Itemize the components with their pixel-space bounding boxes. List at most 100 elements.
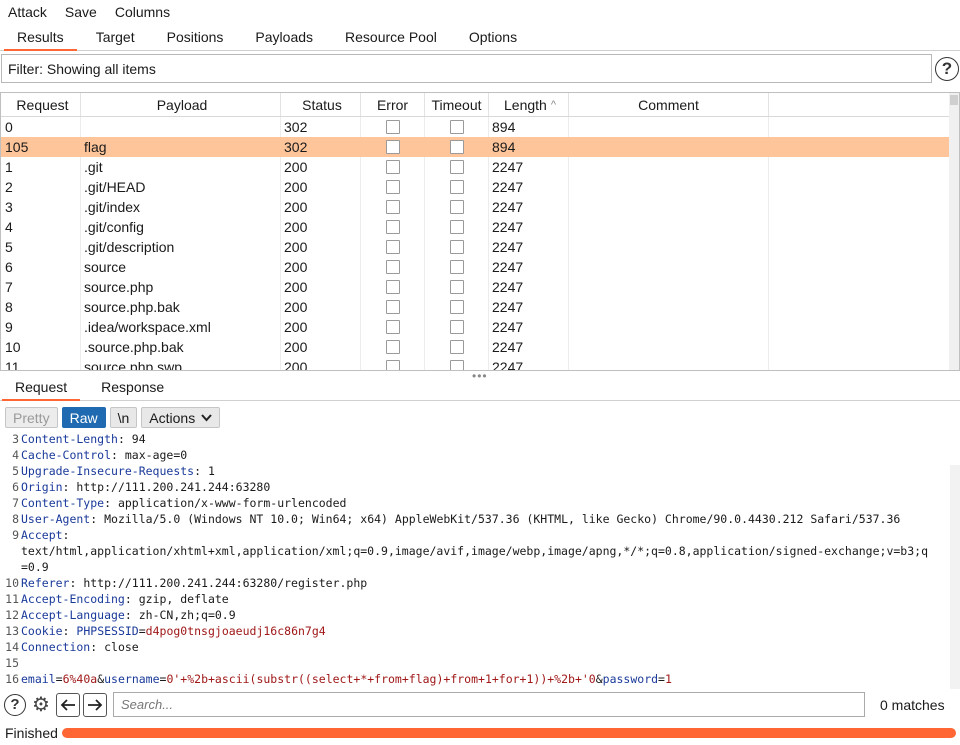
table-row[interactable]: 8 source.php.bak 200 2247 (1, 297, 959, 317)
cell-comment (569, 297, 769, 317)
cell-timeout (425, 257, 489, 277)
cell-request: 5 (1, 237, 81, 257)
column-header-length[interactable]: Length ^ (489, 93, 569, 116)
table-row[interactable]: 4 .git/config 200 2247 (1, 217, 959, 237)
error-checkbox (385, 220, 400, 234)
line-text: Cache-Control: max-age=0 (21, 447, 187, 463)
cell-payload: source (81, 257, 281, 277)
help-icon[interactable]: ? (935, 56, 959, 81)
cell-length: 2247 (489, 317, 569, 337)
tab-target[interactable]: Target (83, 29, 148, 50)
cell-request: 9 (1, 317, 81, 337)
column-header-comment[interactable]: Comment (569, 93, 769, 116)
column-header-request[interactable]: Request (1, 93, 81, 116)
column-header-payload[interactable]: Payload (81, 93, 281, 116)
actions-dropdown[interactable]: Actions (141, 407, 221, 428)
tab-positions[interactable]: Positions (154, 29, 237, 50)
table-row[interactable]: 6 source 200 2247 (1, 257, 959, 277)
cell-length: 2247 (489, 257, 569, 277)
previous-match-button[interactable] (56, 692, 80, 717)
table-row[interactable]: 2 .git/HEAD 200 2247 (1, 177, 959, 197)
cell-request: 7 (1, 277, 81, 297)
raw-button[interactable]: Raw (61, 407, 106, 428)
gear-icon[interactable]: ⚙ (29, 693, 53, 717)
cell-timeout (425, 337, 489, 357)
header-value: text/html,application/xhtml+xml,applicat… (21, 544, 928, 558)
header-colon: : (62, 528, 70, 542)
cell-status: 200 (281, 197, 361, 217)
tab-payloads[interactable]: Payloads (242, 29, 326, 50)
header-value: http://111.200.241.244:63280 (69, 480, 271, 494)
cell-length: 2247 (489, 237, 569, 257)
menu-columns[interactable]: Columns (111, 4, 174, 20)
cell-comment (569, 177, 769, 197)
line-number: 8 (12, 512, 19, 526)
tab-results[interactable]: Results (4, 29, 77, 51)
table-row[interactable]: 5 .git/description 200 2247 (1, 237, 959, 257)
cell-length: 2247 (489, 157, 569, 177)
editor-scrollbar[interactable] (950, 465, 960, 689)
error-checkbox (385, 120, 400, 134)
next-match-button[interactable] (83, 692, 107, 717)
cell-request: 4 (1, 217, 81, 237)
table-row[interactable]: 9 .idea/workspace.xml 200 2247 (1, 317, 959, 337)
table-row[interactable]: 1 .git 200 2247 (1, 157, 959, 177)
header-value: close (97, 640, 139, 654)
request-editor[interactable]: 3 Content-Length: 94 4 Cache-Control: max-a… (0, 431, 960, 689)
request-body: email=6%40a&username=0'+%2b+ascii(substr… (21, 671, 672, 687)
newline-toggle-button[interactable]: \n (109, 407, 138, 428)
error-checkbox (385, 240, 400, 254)
amp: & (595, 672, 603, 686)
cell-status: 200 (281, 317, 361, 337)
header-value: gzip, deflate (131, 592, 229, 606)
table-scrollbar[interactable] (949, 93, 959, 370)
table-scrollbar-thumb[interactable] (950, 95, 958, 105)
cell-timeout (425, 177, 489, 197)
eq: = (658, 672, 665, 686)
cell-length: 2247 (489, 357, 569, 370)
cell-status: 200 (281, 217, 361, 237)
line-text: =0.9 (21, 559, 49, 575)
column-header-timeout[interactable]: Timeout (425, 93, 489, 116)
table-row[interactable]: 10 .source.php.bak 200 2247 (1, 337, 959, 357)
cell-status: 200 (281, 157, 361, 177)
cell-request: 10 (1, 337, 81, 357)
search-input[interactable]: Search... (113, 692, 865, 717)
filter-bar[interactable]: Filter: Showing all items (1, 54, 932, 83)
tab-resource-pool[interactable]: Resource Pool (332, 29, 450, 50)
table-row[interactable]: 7 source.php 200 2247 (1, 277, 959, 297)
cell-request: 1 (1, 157, 81, 177)
cell-status: 200 (281, 337, 361, 357)
code-line: 15 (0, 655, 960, 671)
timeout-checkbox (449, 120, 464, 134)
table-row[interactable]: 3 .git/index 200 2247 (1, 197, 959, 217)
param-value: 1 (664, 672, 672, 686)
menu-save[interactable]: Save (61, 4, 101, 20)
cell-length: 894 (489, 137, 569, 157)
column-header-status[interactable]: Status (281, 93, 361, 116)
tab-response[interactable]: Response (88, 379, 177, 400)
tab-request[interactable]: Request (2, 379, 81, 401)
table-row[interactable]: 0 302 894 (1, 117, 959, 137)
cell-error (361, 237, 425, 257)
cell-length: 2247 (489, 197, 569, 217)
cell-comment (569, 197, 769, 217)
table-row[interactable]: 105 flag 302 894 (1, 137, 959, 157)
eq: = (55, 672, 63, 686)
cell-request: 8 (1, 297, 81, 317)
pretty-button[interactable]: Pretty (5, 407, 58, 428)
timeout-checkbox (449, 320, 464, 334)
header-name: User-Agent (21, 512, 91, 526)
code-line: 5 Upgrade-Insecure-Requests: 1 (0, 463, 960, 479)
header-value: 94 (124, 432, 146, 446)
cell-request: 11 (1, 357, 81, 370)
menu-attack[interactable]: Attack (4, 4, 51, 20)
param-value: 0'+%2b+ascii(substr((select+*+from+flag)… (166, 672, 596, 686)
tab-options[interactable]: Options (456, 29, 530, 50)
timeout-checkbox (449, 140, 464, 154)
help-icon[interactable]: ? (4, 693, 26, 716)
cell-status: 200 (281, 277, 361, 297)
column-header-error[interactable]: Error (361, 93, 425, 116)
error-checkbox (385, 320, 400, 334)
header-name: Content-Type (21, 496, 105, 510)
